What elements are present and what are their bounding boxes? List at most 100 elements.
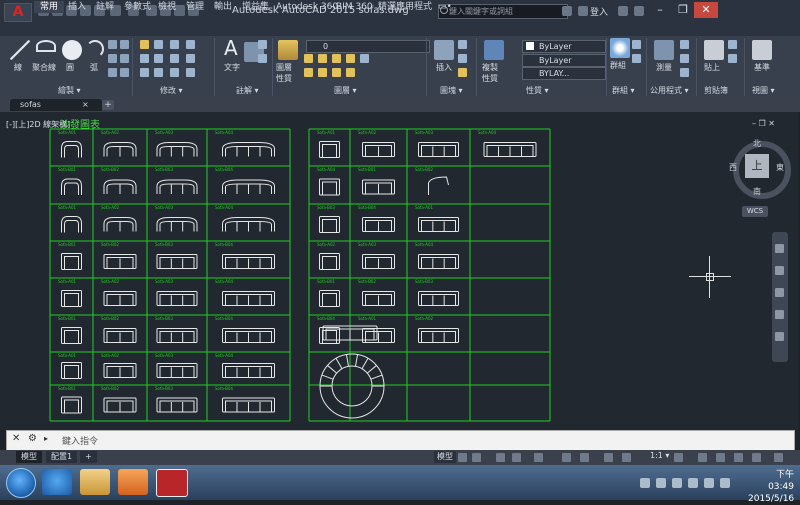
trim-icon[interactable]: [170, 40, 179, 49]
tab-featured-apps[interactable]: 精選應用程式: [372, 1, 438, 13]
zoom-icon[interactable]: [775, 288, 784, 297]
tab-output[interactable]: 輸出: [208, 1, 238, 13]
edit-block-icon[interactable]: [458, 54, 467, 63]
tab-layout1[interactable]: 配置1: [46, 451, 78, 463]
isolate-icon[interactable]: [698, 453, 707, 462]
circle-icon[interactable]: [62, 40, 82, 60]
copy-clip-icon[interactable]: [728, 54, 737, 63]
spline-icon[interactable]: [120, 40, 129, 49]
application-menu-button[interactable]: A: [4, 3, 32, 22]
tab-home[interactable]: 常用: [34, 1, 65, 13]
insert-icon[interactable]: [434, 40, 454, 60]
layer-icon[interactable]: [304, 68, 313, 77]
customize-status-icon[interactable]: [752, 453, 761, 462]
tray-icon[interactable]: [656, 478, 666, 488]
linetype-dropdown[interactable]: ByLayer: [522, 54, 606, 67]
draw-panel-title[interactable]: 繪製 ▾: [58, 85, 81, 96]
exchange-icon[interactable]: [618, 6, 628, 16]
auto-scale-icon[interactable]: [622, 453, 631, 462]
calculator-icon[interactable]: [680, 40, 689, 49]
volume-icon[interactable]: [720, 478, 730, 488]
snap-icon[interactable]: [472, 453, 481, 462]
steering-wheel-icon[interactable]: [775, 244, 784, 253]
layer-icon[interactable]: [360, 54, 369, 63]
boundary-icon[interactable]: [120, 68, 129, 77]
array-icon[interactable]: [170, 68, 179, 77]
fillet-icon[interactable]: [170, 54, 179, 63]
utilities-panel-title[interactable]: 公用程式 ▾: [650, 85, 689, 96]
close-button[interactable]: ✕: [694, 2, 718, 18]
leader-icon[interactable]: [258, 40, 267, 49]
layer-dropdown[interactable]: 0: [306, 40, 430, 53]
annotation-visibility-icon[interactable]: [604, 453, 613, 462]
tray-icon[interactable]: [672, 478, 682, 488]
user-icon[interactable]: [578, 6, 588, 16]
tab-more[interactable]: ▭•: [432, 1, 458, 13]
tab-manage[interactable]: 管理: [180, 1, 210, 13]
command-line[interactable]: [6, 430, 795, 451]
ie-icon[interactable]: [42, 469, 72, 495]
quick-select-icon[interactable]: [680, 68, 689, 77]
cut-icon[interactable]: [728, 40, 737, 49]
grid-icon[interactable]: [458, 453, 467, 462]
command-input[interactable]: 鍵入指令: [62, 434, 98, 447]
ungroup-icon[interactable]: [632, 40, 641, 49]
tab-annotate[interactable]: 註解: [90, 1, 120, 13]
ortho-icon[interactable]: [496, 453, 505, 462]
text-icon[interactable]: A: [224, 36, 238, 60]
scale-icon[interactable]: [154, 68, 163, 77]
arc-icon[interactable]: [86, 40, 104, 58]
customize-icon[interactable]: ⚙: [28, 433, 37, 444]
layer-icon[interactable]: [332, 54, 341, 63]
tray-icon[interactable]: [688, 478, 698, 488]
erase-icon[interactable]: [186, 40, 195, 49]
copy-icon[interactable]: [140, 54, 149, 63]
create-block-icon[interactable]: [458, 40, 467, 49]
group-edit-icon[interactable]: [632, 54, 641, 63]
match-properties-icon[interactable]: [484, 40, 504, 60]
rectangle-icon[interactable]: [108, 40, 117, 49]
osnap-icon[interactable]: [534, 453, 543, 462]
login-link[interactable]: 登入: [590, 5, 608, 18]
mirror-icon[interactable]: [154, 54, 163, 63]
layer-icon[interactable]: [304, 54, 313, 63]
autocad-taskbar-icon[interactable]: [156, 469, 188, 497]
attribute-icon[interactable]: [458, 68, 467, 77]
region-icon[interactable]: [120, 54, 129, 63]
wcs-menu[interactable]: WCS: [742, 206, 768, 217]
viewcube-south[interactable]: 南: [753, 186, 761, 197]
tab-view[interactable]: 檢視: [152, 1, 182, 13]
binoculars-icon[interactable]: [562, 6, 572, 16]
layer-icon[interactable]: [318, 54, 327, 63]
measure-icon[interactable]: [654, 40, 674, 60]
color-dropdown[interactable]: ByLayer: [522, 40, 606, 53]
lineweight-icon[interactable]: [562, 453, 571, 462]
layer-icon[interactable]: [346, 54, 355, 63]
close-tab-icon[interactable]: ×: [82, 99, 89, 111]
layer-icon[interactable]: [332, 68, 341, 77]
id-point-icon[interactable]: [680, 54, 689, 63]
properties-panel-title[interactable]: 性質 ▾: [526, 85, 549, 96]
network-icon[interactable]: [704, 478, 714, 488]
move-icon[interactable]: [140, 40, 149, 49]
view-panel-title[interactable]: 視圖 ▾: [752, 85, 775, 96]
minimize-button[interactable]: –: [649, 2, 671, 18]
pan-icon[interactable]: [775, 266, 784, 275]
explode-icon[interactable]: [186, 54, 195, 63]
ellipse-icon[interactable]: [108, 68, 117, 77]
tray-icon[interactable]: [640, 478, 650, 488]
clean-screen-icon[interactable]: [734, 453, 743, 462]
media-player-icon[interactable]: [118, 469, 148, 495]
group-icon[interactable]: [610, 38, 630, 58]
rotate-icon[interactable]: [154, 40, 163, 49]
lineweight-dropdown[interactable]: BYLAY...: [522, 67, 606, 80]
close-commandline-icon[interactable]: ✕: [12, 433, 20, 444]
hardware-accel-icon[interactable]: [716, 453, 725, 462]
document-tab-sofas[interactable]: sofas ×: [10, 99, 102, 111]
tab-model[interactable]: 模型: [16, 451, 42, 463]
transparency-icon[interactable]: [580, 453, 589, 462]
polyline-icon[interactable]: [36, 40, 56, 52]
base-view-icon[interactable]: [752, 40, 772, 60]
explorer-icon[interactable]: [80, 469, 110, 495]
viewcube-face-top[interactable]: 上: [745, 154, 769, 178]
